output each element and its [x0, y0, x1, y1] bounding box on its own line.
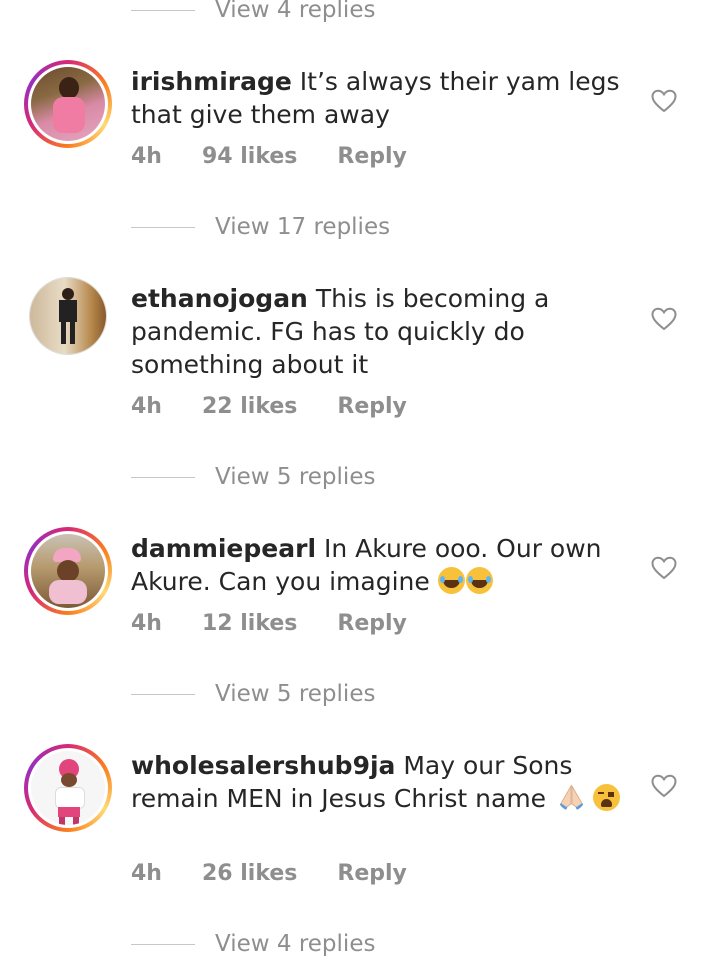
view-replies-button[interactable]: View 4 replies: [131, 924, 375, 964]
weary-face-icon: [592, 784, 620, 811]
comment-time: 4h: [131, 144, 162, 169]
view-replies-button[interactable]: View 17 replies: [131, 207, 390, 247]
folded-hands-icon: [558, 784, 586, 811]
like-heart-icon[interactable]: [651, 774, 677, 798]
comment-body: dammiepearl In Akure ooo. Our own Akure.…: [131, 532, 641, 598]
view-replies-label: View 5 replies: [215, 681, 376, 707]
comment-username[interactable]: wholesalershub9ja: [131, 751, 395, 780]
face-with-tears-of-joy-icon: [437, 567, 465, 594]
comment-meta: 4h 94 likes Reply: [131, 144, 447, 169]
reply-button[interactable]: Reply: [337, 861, 407, 886]
view-replies-label: View 5 replies: [215, 464, 376, 490]
reply-divider: [131, 226, 195, 228]
comment-time: 4h: [131, 611, 162, 636]
comment-likes[interactable]: 94 likes: [202, 144, 297, 169]
reply-button[interactable]: Reply: [337, 144, 407, 169]
like-heart-icon[interactable]: [651, 89, 677, 113]
reply-divider: [131, 476, 195, 478]
face-with-tears-of-joy-icon: [465, 567, 493, 594]
avatar[interactable]: [24, 744, 112, 832]
view-replies-button[interactable]: View 5 replies: [131, 457, 375, 497]
comment-time: 4h: [131, 394, 162, 419]
comment-time: 4h: [131, 861, 162, 886]
avatar[interactable]: [29, 277, 107, 355]
comment-likes[interactable]: 22 likes: [202, 394, 297, 419]
view-replies-button[interactable]: View 4 replies: [131, 0, 375, 30]
comment-likes[interactable]: 12 likes: [202, 611, 297, 636]
comment-username[interactable]: ethanojogan: [131, 284, 308, 313]
view-replies-label: View 17 replies: [215, 214, 391, 240]
reply-divider: [131, 693, 195, 695]
comment-meta: 4h 26 likes Reply: [131, 861, 447, 886]
view-replies-label: View 4 replies: [215, 931, 376, 957]
reply-divider: [131, 943, 195, 945]
avatar[interactable]: [24, 60, 112, 148]
comment-body: irishmirage It’s always their yam legs t…: [131, 65, 641, 131]
reply-button[interactable]: Reply: [337, 611, 407, 636]
comment-likes[interactable]: 26 likes: [202, 861, 297, 886]
reply-divider: [131, 9, 195, 11]
like-heart-icon[interactable]: [651, 556, 677, 580]
comment-body: ethanojogan This is becoming a pandemic.…: [131, 282, 641, 381]
view-replies-button[interactable]: View 5 replies: [131, 674, 375, 714]
comment-username[interactable]: irishmirage: [131, 67, 292, 96]
comment-meta: 4h 12 likes Reply: [131, 611, 447, 636]
comment-username[interactable]: dammiepearl: [131, 534, 316, 563]
avatar[interactable]: [24, 527, 112, 615]
reply-button[interactable]: Reply: [337, 394, 407, 419]
like-heart-icon[interactable]: [651, 307, 677, 331]
comment-meta: 4h 22 likes Reply: [131, 394, 447, 419]
comment-body: wholesalershub9ja May our Sons remain ME…: [131, 749, 641, 815]
view-replies-label: View 4 replies: [215, 0, 376, 23]
